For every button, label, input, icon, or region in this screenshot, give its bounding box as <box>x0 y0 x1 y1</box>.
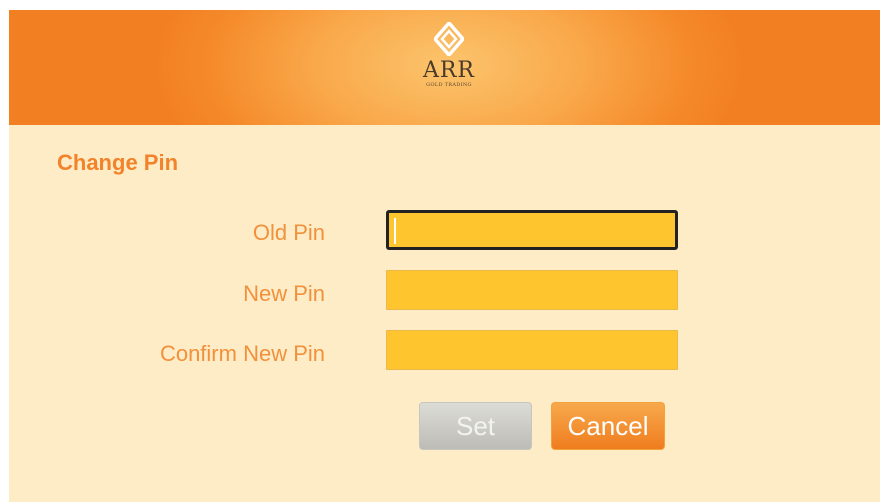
change-pin-window: ARR GOLD TRADING Change Pin Old Pin New … <box>9 10 880 502</box>
confirm-new-pin-field[interactable] <box>386 330 678 370</box>
old-pin-field[interactable] <box>386 210 678 250</box>
cancel-button[interactable]: Cancel <box>551 402 665 450</box>
new-pin-label: New Pin <box>243 281 325 306</box>
page-title: Change Pin <box>57 150 179 175</box>
old-pin-label: Old Pin <box>252 220 325 245</box>
diamond-logo-icon <box>434 22 464 56</box>
brand-name: ARR <box>422 58 476 83</box>
new-pin-field[interactable] <box>386 270 678 310</box>
brand-subtitle: GOLD TRADING <box>426 82 472 88</box>
header-banner: ARR GOLD TRADING <box>9 10 880 125</box>
brand-logo: ARR GOLD TRADING <box>399 22 499 122</box>
confirm-new-pin-label: Confirm New Pin <box>159 341 325 366</box>
text-caret <box>394 218 396 244</box>
set-button[interactable]: Set <box>419 402 532 450</box>
